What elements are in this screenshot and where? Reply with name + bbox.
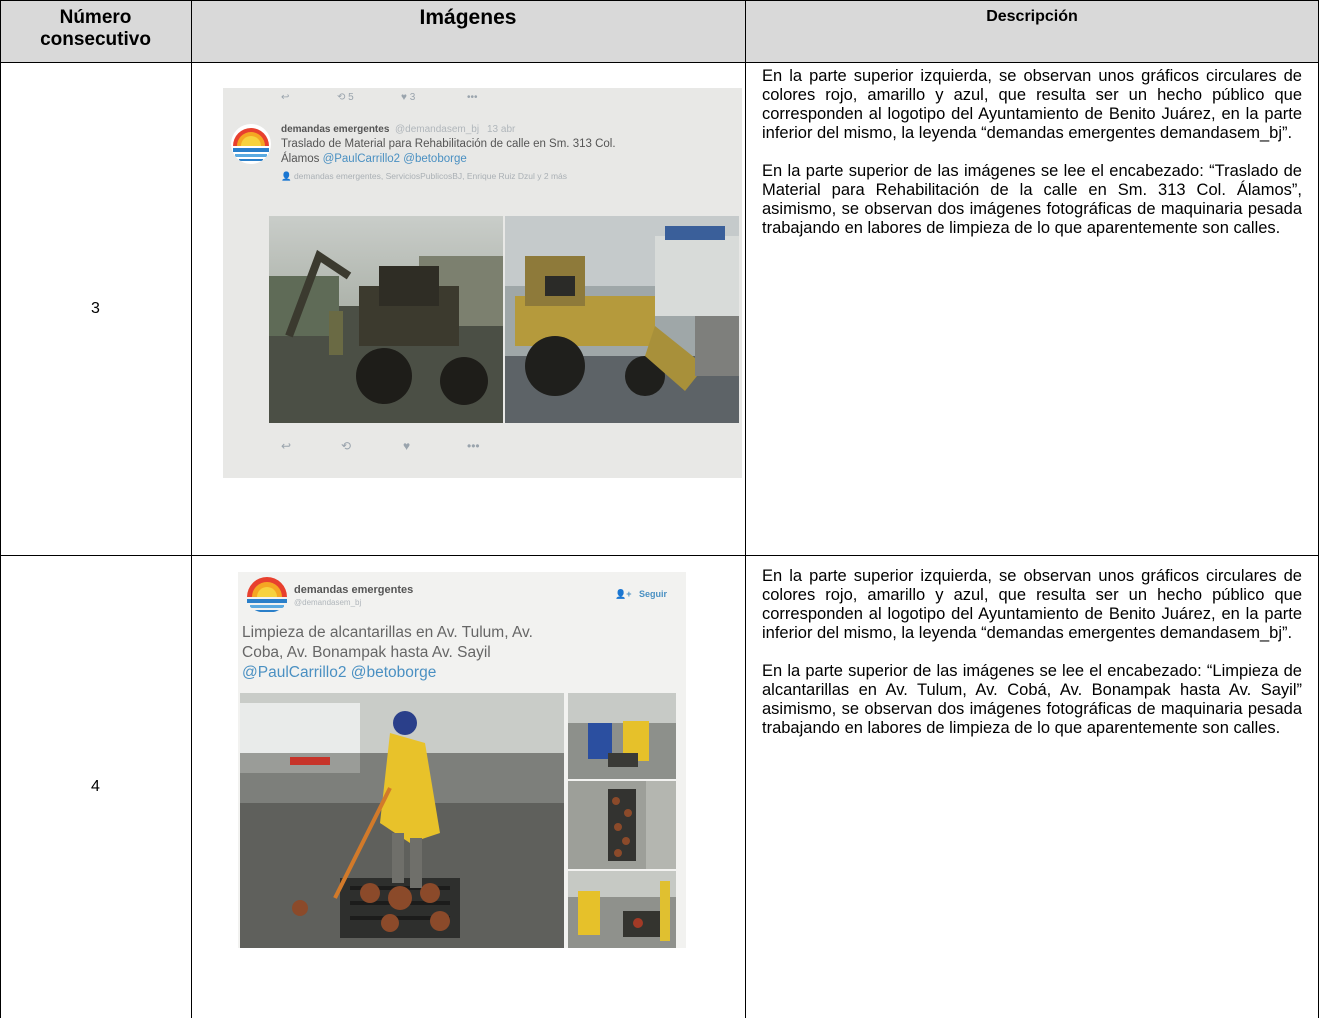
more-icon: •••: [467, 439, 480, 453]
retweet-icon: ⟲ 5: [337, 92, 354, 103]
header-number-line1: Número: [59, 7, 132, 28]
people-icon: 👤: [281, 171, 294, 181]
row-number-3: 3: [91, 300, 100, 317]
description-paragraph: En la parte superior de las imágenes se …: [762, 162, 1302, 237]
loader-photo: [505, 216, 739, 423]
worker-sweeping-photo: [240, 693, 564, 948]
header-number-line2: consecutivo: [40, 29, 151, 50]
description-paragraph: En la parte superior izquierda, se obser…: [762, 67, 1302, 142]
description-row-3: En la parte superior izquierda, se obser…: [762, 67, 1302, 257]
like-icon: ♥: [403, 439, 411, 453]
tweet-meta: 👤 demandas emergentes, ServiciosPublicos…: [281, 171, 567, 182]
header-images: Imágenes: [419, 6, 517, 29]
tweet-handle: @demandasem_bj: [395, 124, 480, 135]
retweet-icon: ⟲: [341, 439, 352, 453]
follow-label: Seguir: [639, 589, 668, 599]
description-paragraph: En la parte superior izquierda, se obser…: [762, 567, 1302, 642]
reply-icon: ↩: [281, 92, 290, 103]
tweet-text-line1: Limpieza de alcantarillas en Av. Tulum, …: [242, 624, 533, 641]
tweet-mentions: @PaulCarrillo2 @betoborge: [322, 153, 467, 165]
row-number-4: 4: [91, 778, 100, 795]
header-number: Número consecutivo: [1, 7, 190, 51]
description-paragraph: En la parte superior de las imágenes se …: [762, 662, 1302, 737]
tweet-image-row-3: ↩ ⟲ 5 ♥ 3 ••• demandas emergentes @deman…: [223, 88, 742, 478]
follow-button[interactable]: 👤+ Seguir: [609, 585, 675, 603]
reply-icon: ↩: [281, 439, 292, 453]
tweet-username: demandas emergentes: [281, 124, 390, 135]
tweet-meta-text: demandas emergentes, ServiciosPublicosBJ…: [293, 171, 568, 181]
ayuntamiento-logo-icon: [231, 124, 271, 164]
workers-photo: [568, 693, 676, 779]
tweet-text: Traslado de Material para Rehabilitación…: [281, 138, 616, 150]
worker-drain-photo: [568, 871, 676, 948]
drain-grate-photo: [568, 781, 676, 869]
tweet-username: demandas emergentes: [294, 584, 414, 596]
tweet-handle: @demandasem_bj: [294, 598, 362, 607]
add-user-icon: 👤+: [615, 589, 632, 599]
more-icon: •••: [467, 92, 478, 103]
header-description: Descripción: [986, 8, 1078, 25]
description-row-4: En la parte superior izquierda, se obser…: [762, 567, 1302, 757]
ayuntamiento-logo-icon: [244, 575, 290, 613]
tweet-time: 13 abr: [487, 124, 516, 135]
tweet-mentions: @PaulCarrillo2 @betoborge: [242, 664, 437, 681]
tweet-action-bar-top: ↩ ⟲ 5 ♥ 3 •••: [281, 92, 521, 103]
backhoe-photo: [269, 216, 503, 423]
tweet-text-line2: Álamos @PaulCarrillo2 @betoborge: [281, 153, 467, 165]
tweet-image-row-4: demandas emergentes @demandasem_bj 👤+ Se…: [238, 572, 686, 948]
tweet-action-bar-bottom: ↩ ⟲ ♥ •••: [281, 439, 531, 453]
like-icon: ♥ 3: [401, 92, 416, 103]
tweet-text-continuation: Álamos: [281, 153, 320, 165]
tweet-text-line2: Coba, Av. Bonampak hasta Av. Sayil: [242, 644, 491, 661]
